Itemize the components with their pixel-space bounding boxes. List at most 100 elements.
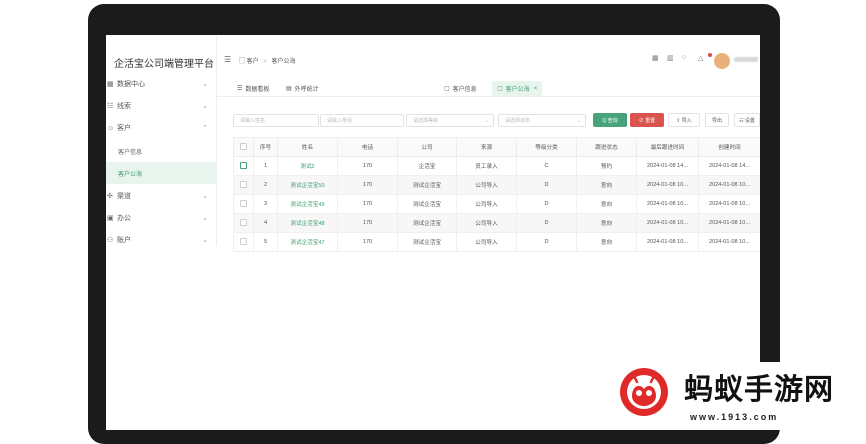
ant-logo-icon [620, 368, 668, 416]
grade-filter-placeholder: 请选择等级 [413, 118, 439, 124]
close-icon[interactable]: × [534, 86, 538, 92]
sidebar-item-account[interactable]: ⚇ 账户 ⌄ [106, 229, 216, 251]
app-title: 企活宝公司端管理平台 [114, 59, 214, 70]
row-checkbox[interactable] [233, 156, 254, 176]
chevron-down-icon: ⌄ [202, 215, 208, 222]
cell-phone: 170 [337, 194, 398, 214]
chevron-down-icon: ⌄ [576, 117, 581, 124]
cell-status: 意向 [576, 175, 637, 195]
cell-no: 2 [253, 175, 278, 195]
column-header: 公司 [397, 137, 457, 157]
cell-no: 3 [253, 194, 278, 214]
book-icon[interactable]: ▥ [667, 54, 674, 62]
select-all-checkbox[interactable] [233, 137, 254, 157]
row-checkbox[interactable] [233, 232, 254, 252]
sidebar-item-label: 客户 [117, 125, 131, 132]
grid-icon[interactable]: ▦ [652, 54, 659, 62]
reset-button[interactable]: ⊘ 重置 [630, 113, 664, 127]
sidebar-item-data-center[interactable]: ▦ 数据中心 ⌄ [106, 73, 216, 95]
phone-filter-input[interactable]: 请输入电话 [320, 114, 404, 127]
cell-phone: 170 [337, 232, 398, 252]
breadcrumb-item: 客户公海 [271, 59, 296, 65]
breadcrumb-item[interactable]: 客户 [247, 59, 259, 65]
cell-no: 1 [253, 156, 278, 176]
channel-icon: ✣ [107, 193, 113, 200]
cell-phone: 170 [337, 175, 398, 195]
search-button[interactable]: Q 查询 [593, 113, 627, 127]
cell-created: 2024-01-08 10... [698, 232, 760, 252]
menu-toggle-icon[interactable]: ☰ [224, 55, 231, 64]
table-row[interactable]: 3 测试企活宝49 170 测试企活宝 公司导入 D 意向 2024-01-08… [233, 194, 760, 214]
cell-status: 意向 [576, 213, 637, 233]
cell-phone: 170 [337, 213, 398, 233]
cell-last-follow: 2024-01-08 10... [636, 232, 699, 252]
sidebar-item-customer[interactable]: ☺ 客户 ⌃ [106, 117, 216, 139]
table-header-row: 序号 姓名 电话 公司 来源 等级分类 跟进状态 最后跟进时间 创建时间 [233, 137, 760, 157]
row-checkbox[interactable] [233, 213, 254, 233]
sidebar-subitem-customer-info[interactable]: 客户信息 [106, 140, 216, 162]
table-row[interactable]: 4 测试企活宝48 170 测试企活宝 公司导入 D 意向 2024-01-08… [233, 213, 760, 233]
cell-name-link[interactable]: 测试企活宝48 [277, 213, 338, 233]
row-checkbox[interactable] [233, 194, 254, 214]
cell-last-follow: 2024-01-08 10... [636, 213, 699, 233]
tab-customer-info[interactable]: ▢ 客户信息 [439, 81, 482, 96]
cell-name-link[interactable]: 测试企活宝47 [277, 232, 338, 252]
sidebar-item-channel[interactable]: ✣ 渠道 ⌄ [106, 185, 216, 207]
cell-last-follow: 2024-01-08 10... [636, 194, 699, 214]
bell-icon[interactable]: △ [698, 54, 703, 62]
column-header: 序号 [253, 137, 278, 157]
customer-icon: ☺ [107, 124, 115, 132]
tab-customer-pool[interactable]: ▢ 客户公海 × [492, 81, 543, 96]
breadcrumb-icon: ▢ [239, 59, 247, 65]
sidebar-item-clue[interactable]: ☷ 线索 ⌄ [106, 95, 216, 117]
list-icon: ☰ [237, 86, 243, 92]
column-header: 等级分类 [516, 137, 577, 157]
cell-name-link[interactable]: 测试企活宝49 [277, 194, 338, 214]
table-row[interactable]: 1 测试2 170 企活宝 员工录入 C 预约 2024-01-08 14...… [233, 156, 760, 176]
tab-bar: ☰ 数据看板 ▤ 外呼统计 ▢ 客户信息 ▢ 客户公海 × [217, 78, 760, 97]
settings-button[interactable]: ☷ 设置 [734, 113, 760, 127]
cell-no: 5 [253, 232, 278, 252]
cell-company: 测试企活宝 [397, 194, 457, 214]
cell-last-follow: 2024-01-08 10... [636, 175, 699, 195]
database-icon: ▦ [107, 81, 114, 88]
tab-label: 外呼统计 [294, 87, 319, 93]
cell-name-link[interactable]: 测试2 [277, 156, 338, 176]
notification-dot [708, 53, 712, 57]
cell-company: 企活宝 [397, 156, 457, 176]
sidebar-subitem-label: 客户信息 [118, 149, 143, 156]
table-row[interactable]: 5 测试企活宝47 170 测试企活宝 公司导入 D 意向 2024-01-08… [233, 232, 760, 252]
watermark-title: 蚂蚁手游网 [684, 372, 835, 406]
import-button[interactable]: ⇪ 导入 [668, 113, 700, 127]
customer-table: 序号 姓名 电话 公司 来源 等级分类 跟进状态 最后跟进时间 创建时间 1 测… [233, 137, 760, 252]
cell-name-link[interactable]: 测试企活宝50 [277, 175, 338, 195]
name-filter-input[interactable]: 请输入姓名 [233, 114, 319, 127]
cell-grade: D [516, 194, 577, 214]
sidebar-subitem-customer-pool[interactable]: 客户公海 [106, 162, 216, 184]
sidebar-item-label: 渠道 [117, 193, 131, 200]
chevron-down-icon: ⌄ [202, 193, 208, 200]
customer-info-icon: ▢ [444, 86, 450, 92]
row-checkbox[interactable] [233, 175, 254, 195]
cell-source: 员工录入 [456, 156, 517, 176]
sidebar-item-office[interactable]: ▣ 办公 ⌄ [106, 207, 216, 229]
avatar[interactable] [714, 53, 730, 69]
cell-status: 意向 [576, 194, 637, 214]
sidebar-item-label: 办公 [117, 215, 131, 222]
cell-company: 测试企活宝 [397, 232, 457, 252]
cell-grade: D [516, 232, 577, 252]
column-header: 电话 [337, 137, 398, 157]
export-button[interactable]: 导出 [705, 113, 729, 127]
help-icon[interactable]: ○ [682, 54, 686, 61]
tab-dashboard[interactable]: ☰ 数据看板 [232, 81, 274, 96]
grade-filter-select[interactable]: 请选择等级 ⌄ [406, 114, 494, 127]
clue-icon: ☷ [107, 103, 114, 110]
column-header: 姓名 [277, 137, 338, 157]
cell-grade: D [516, 175, 577, 195]
table-row[interactable]: 2 测试企活宝50 170 测试企活宝 公司导入 D 意向 2024-01-08… [233, 175, 760, 195]
cell-grade: C [516, 156, 577, 176]
customer-pool-icon: ▢ [497, 86, 503, 92]
tab-call-stats[interactable]: ▤ 外呼统计 [281, 81, 324, 96]
breadcrumb: ▢ 客户 > 客户公海 [239, 56, 296, 65]
status-filter-select[interactable]: 请选择状态 ⌄ [498, 114, 586, 127]
